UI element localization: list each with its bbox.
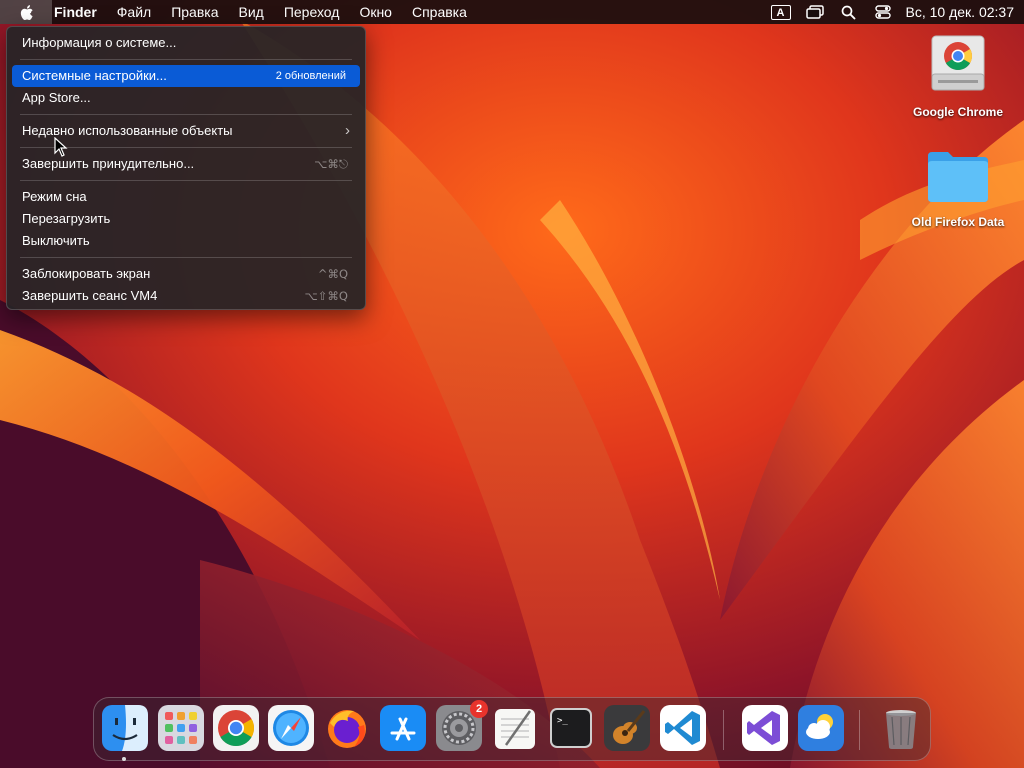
- menu-item-lock-screen[interactable]: Заблокировать экран ^⌘Q: [12, 263, 360, 285]
- menu-item-shutdown[interactable]: Выключить: [12, 230, 360, 252]
- weather-icon: [798, 705, 844, 751]
- running-indicator: [122, 757, 126, 761]
- apple-logo-icon: [20, 4, 33, 20]
- menu-item-about[interactable]: Информация о системе...: [12, 32, 360, 54]
- dock-app-system-preferences[interactable]: 2: [436, 700, 488, 751]
- dock-separator: [723, 710, 724, 750]
- menu-item-label: Недавно использованные объекты: [22, 123, 233, 138]
- chevron-right-icon: ›: [345, 122, 350, 139]
- menu-help[interactable]: Справка: [402, 0, 477, 24]
- dock-app-firefox[interactable]: [324, 705, 370, 751]
- menu-item-label: Заблокировать экран: [22, 266, 151, 281]
- dock-app-terminal[interactable]: >_: [548, 705, 594, 751]
- folder-icon: [928, 152, 988, 202]
- menu-separator: [20, 114, 352, 115]
- dock-app-app-store[interactable]: [380, 705, 426, 751]
- mouse-cursor-icon: [54, 137, 68, 157]
- guitar-icon: [604, 705, 650, 751]
- menu-item-restart[interactable]: Перезагрузить: [12, 208, 360, 230]
- dock-app-chrome[interactable]: [213, 705, 259, 751]
- shortcut-label: ⌥⇧⌘Q: [304, 289, 348, 303]
- chrome-drive-icon: [931, 35, 985, 91]
- spotlight-search-icon[interactable]: [832, 0, 866, 24]
- desktop-icon-old-firefox-data[interactable]: Old Firefox Data: [898, 148, 1018, 229]
- launchpad-icon: [158, 705, 204, 751]
- menu-item-sleep[interactable]: Режим сна: [12, 186, 360, 208]
- vscode-icon: [660, 705, 706, 751]
- menu-item-label: Системные настройки...: [22, 68, 167, 83]
- menu-file[interactable]: Файл: [107, 0, 161, 24]
- input-source-button[interactable]: A: [764, 0, 798, 24]
- dock-app-launchpad[interactable]: [158, 705, 204, 751]
- menu-view[interactable]: Вид: [229, 0, 274, 24]
- dock-app-garageband[interactable]: [604, 705, 650, 751]
- menu-item-label: Завершить сеанс VM4: [22, 288, 158, 303]
- menu-separator: [20, 59, 352, 60]
- trash-icon: [886, 710, 916, 749]
- menu-item-log-out[interactable]: Завершить сеанс VM4 ⌥⇧⌘Q: [12, 285, 360, 307]
- safari-compass-icon: [268, 705, 314, 751]
- terminal-icon: >_: [550, 708, 592, 748]
- firefox-icon: [328, 710, 366, 748]
- shortcut-label: ^⌘Q: [317, 267, 348, 281]
- menu-item-label: Завершить принудительно...: [22, 156, 195, 171]
- dock: 2 >_: [93, 697, 931, 761]
- menu-item-system-settings[interactable]: Системные настройки... 2 обновлений: [12, 65, 360, 87]
- desktop-icon-google-chrome[interactable]: Google Chrome: [898, 34, 1018, 119]
- chrome-icon: [213, 705, 259, 751]
- dock-app-safari[interactable]: [268, 705, 314, 751]
- menu-separator: [20, 180, 352, 181]
- visual-studio-icon: [742, 705, 788, 751]
- menu-edit[interactable]: Правка: [161, 0, 228, 24]
- app-store-icon: [380, 705, 426, 751]
- dock-app-textedit[interactable]: [492, 705, 538, 751]
- apple-menu-button[interactable]: [0, 0, 52, 24]
- menu-separator: [20, 257, 352, 258]
- input-source-indicator: A: [770, 4, 791, 20]
- desktop-icon-label: Old Firefox Data: [911, 215, 1005, 229]
- dock-separator: [859, 710, 860, 750]
- finder-icon: [102, 705, 148, 751]
- updates-badge: 2 обновлений: [275, 70, 346, 82]
- dock-trash[interactable]: [878, 705, 924, 751]
- shortcut-label: ⌥⌘⎋: [314, 157, 348, 171]
- notification-badge: 2: [470, 700, 488, 718]
- svg-text:>_: >_: [557, 716, 568, 726]
- apple-menu-dropdown: Информация о системе... Системные настро…: [6, 26, 366, 310]
- control-center-icon[interactable]: [866, 0, 900, 24]
- desktop-icon-label: Google Chrome: [912, 105, 1003, 119]
- menubar-clock[interactable]: Вс, 10 дек. 02:37: [900, 4, 1024, 20]
- textedit-icon: [495, 709, 535, 749]
- menu-finder[interactable]: Finder: [52, 0, 107, 24]
- menu-window[interactable]: Окно: [349, 0, 402, 24]
- dock-app-finder[interactable]: [102, 705, 148, 751]
- dock-app-vscode[interactable]: [660, 705, 706, 751]
- menu-item-app-store[interactable]: App Store...: [12, 87, 360, 109]
- dock-app-weather[interactable]: [798, 705, 844, 751]
- screen-mirroring-icon[interactable]: [798, 0, 832, 24]
- dock-app-visual-studio[interactable]: [742, 705, 788, 751]
- menu-separator: [20, 147, 352, 148]
- menu-go[interactable]: Переход: [274, 0, 350, 24]
- menu-bar: Finder Файл Правка Вид Переход Окно Спра…: [0, 0, 1024, 24]
